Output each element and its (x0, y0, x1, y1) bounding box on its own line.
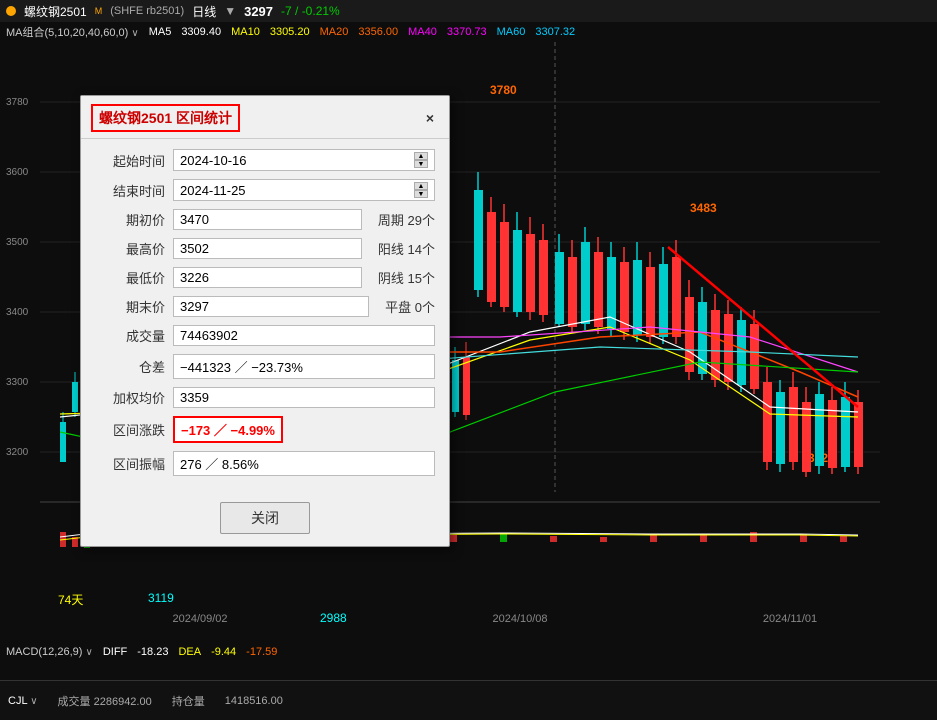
position-diff-row: 仓差 −441323 ／ −23.73% (95, 354, 435, 379)
dialog-footer: 关闭 (81, 494, 449, 546)
high-price-row: 最高价 3502 阳线 14个 (95, 238, 435, 259)
start-date-label: 起始时间 (95, 151, 165, 170)
cycle-stat: 周期 29个 (378, 210, 435, 229)
low-price-row: 最低价 3226 阴线 15个 (95, 267, 435, 288)
low-price-value: 3226 (173, 267, 362, 288)
start-date-row: 起始时间 2024-10-16 ▲ ▼ (95, 149, 435, 171)
dialog-title-bar: 螺纹钢2501 区间统计 × (81, 96, 449, 139)
end-date-row: 结束时间 2024-11-25 ▲ ▼ (95, 179, 435, 201)
range-amplitude-label: 区间振幅 (95, 454, 165, 473)
close-price-row: 期末价 3297 平盘 0个 (95, 296, 435, 317)
range-amplitude-value: 276 ／ 8.56% (173, 451, 435, 476)
position-diff-label: 仓差 (95, 357, 165, 376)
end-date-down[interactable]: ▼ (414, 190, 428, 198)
open-price-row: 期初价 3470 周期 29个 (95, 209, 435, 230)
bearish-stat: 阴线 15个 (378, 268, 435, 287)
start-date-spinner[interactable]: ▲ ▼ (414, 152, 428, 168)
low-price-label: 最低价 (95, 268, 165, 287)
bullish-stat: 阳线 14个 (378, 239, 435, 258)
start-date-up[interactable]: ▲ (414, 152, 428, 160)
range-amplitude-row: 区间振幅 276 ／ 8.56% (95, 451, 435, 476)
avg-price-value: 3359 (173, 387, 435, 408)
volume-row: 成交量 74463902 (95, 325, 435, 346)
avg-price-row: 加权均价 3359 (95, 387, 435, 408)
close-price-value: 3297 (173, 296, 369, 317)
dialog-body: 起始时间 2024-10-16 ▲ ▼ 结束时间 2024-11-25 (81, 139, 449, 494)
volume-value: 74463902 (173, 325, 435, 346)
flat-stat: 平盘 0个 (385, 297, 435, 316)
volume-label: 成交量 (95, 326, 165, 345)
dialog-close-button[interactable]: × (421, 109, 439, 127)
end-date-up[interactable]: ▲ (414, 182, 428, 190)
range-change-label: 区间涨跌 (95, 420, 165, 439)
start-date-down[interactable]: ▼ (414, 160, 428, 168)
start-date-value[interactable]: 2024-10-16 ▲ ▼ (173, 149, 435, 171)
open-price-value: 3470 (173, 209, 362, 230)
high-price-value: 3502 (173, 238, 362, 259)
end-date-label: 结束时间 (95, 181, 165, 200)
end-date-spinner[interactable]: ▲ ▼ (414, 182, 428, 198)
dialog-title: 螺纹钢2501 区间统计 (91, 104, 240, 132)
range-change-value: −173 ／ −4.99% (173, 416, 283, 443)
close-price-label: 期末价 (95, 297, 165, 316)
position-diff-value: −441323 ／ −23.73% (173, 354, 435, 379)
open-price-label: 期初价 (95, 210, 165, 229)
statistics-dialog: 螺纹钢2501 区间统计 × 起始时间 2024-10-16 ▲ ▼ (80, 95, 450, 547)
avg-price-label: 加权均价 (95, 388, 165, 407)
modal-overlay: 螺纹钢2501 区间统计 × 起始时间 2024-10-16 ▲ ▼ (0, 0, 937, 720)
chart-container: 螺纹钢2501 M (SHFE rb2501) 日线 ▼ 3297 -7 / -… (0, 0, 937, 720)
high-price-label: 最高价 (95, 239, 165, 258)
range-change-row: 区间涨跌 −173 ／ −4.99% (95, 416, 435, 443)
dialog-close-btn[interactable]: 关闭 (220, 502, 310, 534)
end-date-value[interactable]: 2024-11-25 ▲ ▼ (173, 179, 435, 201)
